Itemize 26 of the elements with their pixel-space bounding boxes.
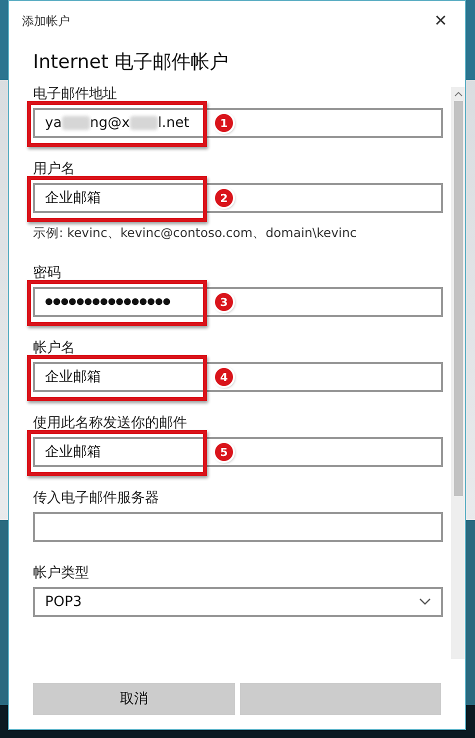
close-button[interactable]: ✕: [430, 11, 451, 31]
hint-text: 示例: kevinc、kevinc@contoso.com、domain\kevinc: [33, 225, 358, 242]
field-value: ya: [45, 115, 62, 131]
window-title: 添加帐户: [22, 12, 70, 30]
field-value: 企业邮箱: [45, 189, 101, 207]
field-value: 企业邮箱: [45, 443, 101, 461]
field-value: ng@x: [90, 115, 130, 131]
field-label: 电子邮件地址: [33, 85, 118, 104]
field-label: 密码: [33, 264, 62, 283]
field-value: ●●●●●●●●●●●●●●●●: [45, 297, 171, 307]
step-badge: 5: [215, 443, 233, 461]
cancel-button[interactable]: 取消: [33, 683, 234, 715]
step-badge: 1: [215, 114, 233, 132]
field-label: 帐户类型: [33, 564, 90, 583]
field-value: l.net: [158, 115, 190, 131]
field-label: 传入电子邮件服务器: [33, 489, 160, 508]
dialog-heading: Internet 电子邮件帐户: [33, 50, 230, 75]
field-value: 企业邮箱: [45, 368, 101, 386]
step-badge: 2: [215, 189, 233, 207]
field-label: 使用此名称发送你的邮件: [33, 414, 188, 433]
select-value: POP3: [45, 594, 82, 610]
step-badge: 4: [215, 368, 233, 386]
field-label: 用户名: [33, 160, 76, 179]
field-label: 帐户名: [33, 339, 76, 358]
dropdown[interactable]: POP3: [33, 587, 443, 617]
step-badge: 3: [215, 293, 233, 311]
